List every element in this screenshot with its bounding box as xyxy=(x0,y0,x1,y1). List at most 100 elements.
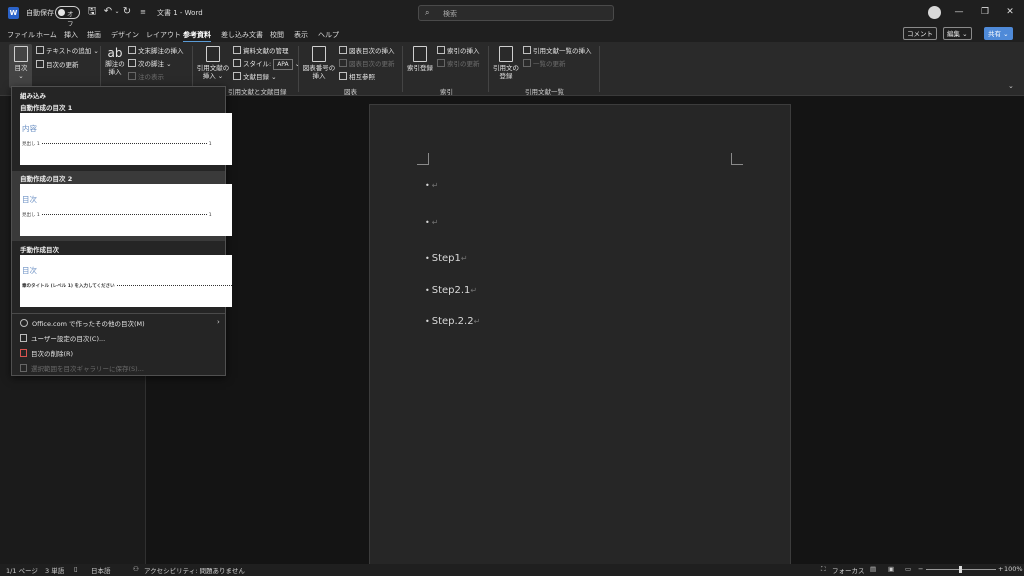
language-indicator[interactable]: 日本語 xyxy=(91,565,111,575)
tab-mailings[interactable]: 差し込み文書 xyxy=(221,30,263,40)
word-count[interactable]: 3 単語 xyxy=(45,565,64,575)
print-layout-icon[interactable]: ▣ xyxy=(888,565,894,573)
cross-reference-button[interactable]: 相互参照 xyxy=(339,72,375,82)
custom-toc-icon xyxy=(20,334,27,342)
tab-home[interactable]: ホーム xyxy=(36,30,57,40)
style-label: スタイル: xyxy=(243,60,272,68)
avatar[interactable] xyxy=(928,6,941,19)
save-icon[interactable]: 🖫 xyxy=(86,6,98,18)
tab-layout[interactable]: レイアウト xyxy=(146,30,181,40)
insert-endnote-button[interactable]: 文末脚注の挿入 xyxy=(128,46,184,56)
list-item[interactable]: • ↵ xyxy=(425,180,438,191)
redo-icon[interactable]: ↻ xyxy=(121,6,133,18)
insert-toa-button[interactable]: 引用文献一覧の挿入 xyxy=(523,46,592,56)
mark-citation-icon xyxy=(499,46,513,62)
edit-mode-button[interactable]: 編集 ⌄ xyxy=(943,27,972,40)
insert-index-button[interactable]: 索引の挿入 xyxy=(437,46,480,56)
tab-draw[interactable]: 描画 xyxy=(87,30,101,40)
insert-citation-button[interactable]: 引用文献の挿入 ⌄ xyxy=(196,46,230,80)
zoom-level[interactable]: 100% xyxy=(1004,565,1023,573)
update-index-button[interactable]: 索引の更新 xyxy=(437,59,480,69)
list-item[interactable]: • Step.2.2↵ xyxy=(425,316,480,327)
toc-thumbnail: 目次 章のタイトル (レベル 1) を入力してください1 xyxy=(20,255,232,307)
word-logo-icon: W xyxy=(8,7,19,19)
bullet-icon: • xyxy=(425,218,430,227)
proofing-icon[interactable]: ▯ xyxy=(74,565,78,573)
insert-footnote-button[interactable]: ab 脚注の挿入 xyxy=(104,46,126,76)
thumbnail-entry: 見出し 11 xyxy=(22,142,212,147)
toa-group-label: 引用文献一覧 xyxy=(525,88,564,96)
tab-design[interactable]: デザイン xyxy=(111,30,139,40)
restore-button[interactable]: ❐ xyxy=(977,5,993,19)
ribbon-tabs: ファイル ホーム 挿入 描画 デザイン レイアウト 参考資料 差し込み文書 校閲… xyxy=(0,26,1024,43)
add-text-button[interactable]: テキストの追加 ⌄ xyxy=(36,46,99,56)
insert-toa-icon xyxy=(523,46,531,54)
web-layout-icon[interactable]: ▭ xyxy=(905,565,911,573)
share-button[interactable]: 共有 ⌄ xyxy=(984,27,1013,40)
read-mode-icon[interactable]: ▤ xyxy=(870,565,876,573)
toc-gallery-manual[interactable]: 手動作成目次 目次 章のタイトル (レベル 1) を入力してください1 xyxy=(12,242,232,312)
update-toc-button[interactable]: 目次の更新 xyxy=(36,60,79,70)
customize-qat-icon[interactable]: ≡ xyxy=(137,6,149,18)
ribbon-collapse-icon[interactable]: ⌄ xyxy=(1008,82,1014,90)
update-toc-label: 目次の更新 xyxy=(46,61,79,69)
menu-divider xyxy=(12,313,225,314)
insert-index-label: 索引の挿入 xyxy=(447,47,480,55)
list-item[interactable]: • Step2.1↵ xyxy=(425,285,477,296)
toc-button[interactable]: 目次 ⌄ xyxy=(11,46,31,80)
accessibility-status[interactable]: アクセシビリティ: 問題ありません xyxy=(144,565,245,575)
close-button[interactable]: ✕ xyxy=(1002,5,1018,19)
toc-gallery-auto-1[interactable]: 自動作成の目次 1 内容 見出し 11 xyxy=(12,100,232,170)
manage-sources-button[interactable]: 資料文献の管理 xyxy=(233,46,289,56)
accessibility-icon: ⚇ xyxy=(133,565,139,573)
group-separator xyxy=(488,46,489,92)
custom-toc-item[interactable]: ユーザー設定の目次(C)... xyxy=(20,333,105,343)
table-of-figures-label: 図表目次の挿入 xyxy=(349,47,395,55)
show-notes-button[interactable]: 注の表示 xyxy=(128,72,164,82)
minimize-button[interactable]: — xyxy=(951,5,967,19)
more-office-toc-item[interactable]: Office.com で作ったその他の目次(M) xyxy=(20,318,145,328)
zoom-in-icon[interactable]: + xyxy=(998,565,1003,573)
search-input[interactable]: ⌕ 検索 xyxy=(418,5,614,21)
bullet-icon: • xyxy=(425,254,430,263)
remove-toc-item[interactable]: 目次の削除(R) xyxy=(20,348,73,358)
group-separator xyxy=(298,46,299,92)
cross-reference-icon xyxy=(339,72,347,80)
autosave-toggle[interactable]: オフ xyxy=(55,6,80,28)
toc-gallery-auto-2[interactable]: 自動作成の目次 2 目次 見出し 11 xyxy=(12,171,232,241)
save-selection-item[interactable]: 選択範囲を目次ギャラリーに保存(S)... xyxy=(20,363,144,373)
focus-mode-button[interactable]: フォーカス xyxy=(832,565,865,575)
margin-marker-top-right xyxy=(731,153,743,165)
update-toa-button[interactable]: 一覧の更新 xyxy=(523,59,566,69)
comment-button[interactable]: コメント xyxy=(903,27,937,40)
page-count[interactable]: 1/1 ページ xyxy=(6,565,38,575)
list-item-text: Step2.1 xyxy=(431,285,471,296)
citation-style-select[interactable]: スタイル: APA ⌄ xyxy=(233,59,300,70)
list-item[interactable]: • ↵ xyxy=(425,217,438,228)
tab-help[interactable]: ヘルプ xyxy=(318,30,339,40)
caption-icon xyxy=(312,46,326,62)
tab-review[interactable]: 校閲 xyxy=(270,30,284,40)
tab-insert[interactable]: 挿入 xyxy=(64,30,78,40)
autosave-state: オフ xyxy=(67,10,74,28)
bibliography-button[interactable]: 文献目録 ⌄ xyxy=(233,72,277,82)
tab-file[interactable]: ファイル xyxy=(7,30,35,40)
bibliography-label: 文献目録 ⌄ xyxy=(243,73,277,81)
mark-entry-button[interactable]: 索引登録 xyxy=(406,46,434,72)
insert-table-of-figures-button[interactable]: 図表目次の挿入 xyxy=(339,46,395,56)
list-item[interactable]: • Step1↵ xyxy=(425,253,468,264)
show-notes-icon xyxy=(128,72,136,80)
insert-caption-button[interactable]: 図表番号の挿入 xyxy=(302,46,336,80)
update-table-button[interactable]: 図表目次の更新 xyxy=(339,59,395,69)
zoom-slider-thumb[interactable] xyxy=(959,566,962,573)
save-selection-icon xyxy=(20,364,27,372)
mark-citation-button[interactable]: 引用文の登録 xyxy=(491,46,521,80)
document-page[interactable]: • ↵ • ↵ • Step1↵ • Step2.1↵ • Step.2.2↵ xyxy=(369,104,791,564)
zoom-out-icon[interactable]: − xyxy=(918,565,923,573)
update-table-label: 図表目次の更新 xyxy=(349,60,395,68)
builtin-header: 組み込み xyxy=(20,92,46,100)
next-footnote-button[interactable]: 次の脚注 ⌄ xyxy=(128,59,172,69)
mark-entry-label: 索引登録 xyxy=(407,64,433,72)
bullet-icon: • xyxy=(425,286,430,295)
tab-view[interactable]: 表示 xyxy=(294,30,308,40)
